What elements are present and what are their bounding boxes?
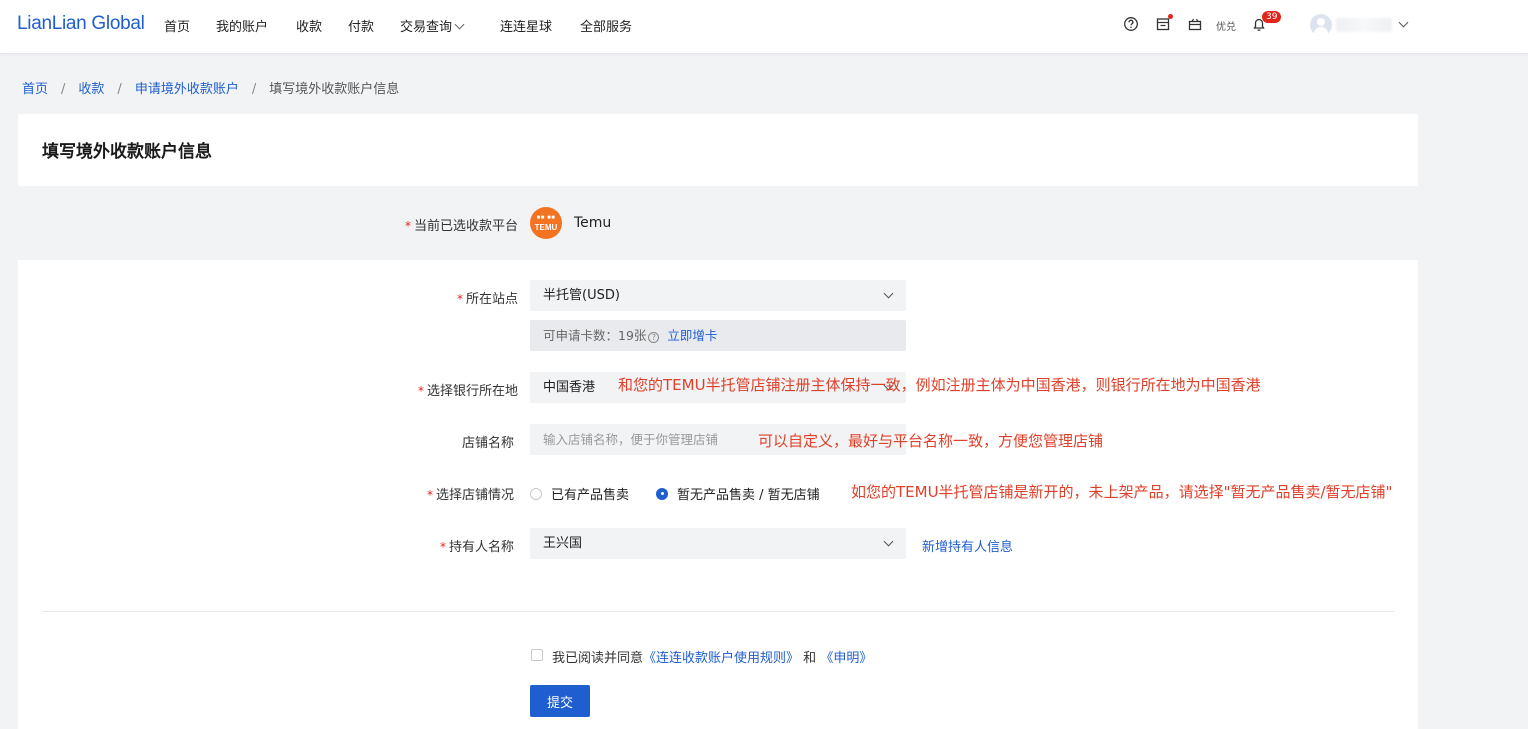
nav-item-transactions[interactable]: 交易查询 (400, 16, 465, 35)
question-icon[interactable]: ? (648, 332, 660, 343)
add-card-link[interactable]: 立即增卡 (667, 328, 717, 343)
submit-button[interactable]: 提交 (530, 685, 590, 717)
form-card: 填写境外收款账户信息 * 当前已选收款平台 ■■ ■■ TEMU Temu * 所在站… (18, 114, 1418, 729)
breadcrumb-separator: / (251, 82, 257, 97)
declaration-link[interactable]: 《申明》 (820, 651, 872, 666)
nav-item-my-account[interactable]: 我的账户 (216, 16, 268, 35)
quota-info: 可申请卡数：19张? 立即增卡 (530, 320, 906, 351)
coupon-link[interactable]: 优兑 (1216, 18, 1236, 33)
nav-item-transactions-label: 交易查询 (400, 20, 453, 35)
gift-icon[interactable] (1187, 16, 1203, 32)
chevron-down-icon (454, 19, 465, 30)
radio-unchecked-icon (530, 487, 542, 500)
nav-item-all-services[interactable]: 全部服务 (580, 16, 632, 35)
shop-status-annotation: 如您的TEMU半托管店铺是新开的，未上架产品，请选择"暂无产品售卖/暂无店铺" (851, 483, 1393, 501)
notification-badge: 39 (1262, 11, 1282, 23)
breadcrumb-current: 填写境外收款账户信息 (269, 82, 400, 97)
breadcrumb-apply-account[interactable]: 申请境外收款账户 (135, 82, 239, 97)
agree-checkbox[interactable] (531, 649, 543, 661)
breadcrumb-home[interactable]: 首页 (22, 82, 48, 97)
holder-select[interactable]: 王兴国 (530, 528, 906, 559)
add-holder-link[interactable]: 新增持有人信息 (922, 536, 1013, 555)
platform-section (18, 186, 1418, 260)
page-title: 填写境外收款账户信息 (42, 142, 212, 162)
breadcrumb: 首页 / 收款 / 申请境外收款账户 / 填写境外收款账户信息 (22, 78, 399, 97)
usage-rules-link[interactable]: 《连连收款账户使用规则》 (643, 651, 799, 666)
user-menu-chevron-icon[interactable] (1398, 17, 1409, 28)
breadcrumb-separator: / (61, 82, 66, 97)
avatar[interactable] (1310, 14, 1332, 36)
shop-status-option-has-products[interactable]: 已有产品售卖 (530, 484, 629, 503)
chevron-down-icon (883, 536, 894, 547)
platform-name: Temu (574, 215, 612, 231)
site-select[interactable]: 半托管(USD) (530, 280, 906, 311)
username-redacted (1336, 18, 1392, 32)
site-label: * 所在站点 (456, 292, 518, 307)
nav-item-planet[interactable]: 连连星球 (500, 16, 552, 35)
temu-logo: ■■ ■■ TEMU (530, 207, 562, 239)
calendar-unread-dot (1168, 14, 1173, 19)
breadcrumb-separator: / (117, 82, 122, 97)
nav-item-home[interactable]: 首页 (164, 16, 190, 35)
radio-checked-icon (656, 487, 668, 500)
nav-item-receive[interactable]: 收款 (296, 16, 322, 35)
shop-name-annotation: 可以自定义，最好与平台名称一致，方便您管理店铺 (758, 432, 1104, 450)
agreement-text: 我已阅读并同意《连连收款账户使用规则》 和 《申明》 (552, 651, 873, 666)
shop-status-option-no-products[interactable]: 暂无产品售卖 / 暂无店铺 (656, 484, 820, 503)
bank-location-label: * 选择银行所在地 (417, 384, 518, 399)
help-icon[interactable] (1123, 16, 1139, 32)
holder-label: * 持有人名称 (439, 540, 514, 555)
shop-status-label: * 选择店铺情况 (426, 488, 514, 503)
divider (42, 611, 1394, 612)
lianlian-logo[interactable]: LianLian Global (17, 13, 145, 35)
breadcrumb-receive[interactable]: 收款 (78, 82, 104, 97)
top-navbar: LianLian Global 首页 我的账户 收款 付款 交易查询 连连星球 … (0, 0, 1528, 54)
bank-location-annotation: 和您的TEMU半托管店铺注册主体保持一致，例如注册主体为中国香港，则银行所在地为… (618, 376, 1261, 394)
chevron-down-icon (883, 288, 894, 299)
platform-label: * 当前已选收款平台 (404, 219, 518, 234)
shop-name-label: 店铺名称 (461, 436, 514, 451)
nav-item-pay[interactable]: 付款 (348, 16, 374, 35)
